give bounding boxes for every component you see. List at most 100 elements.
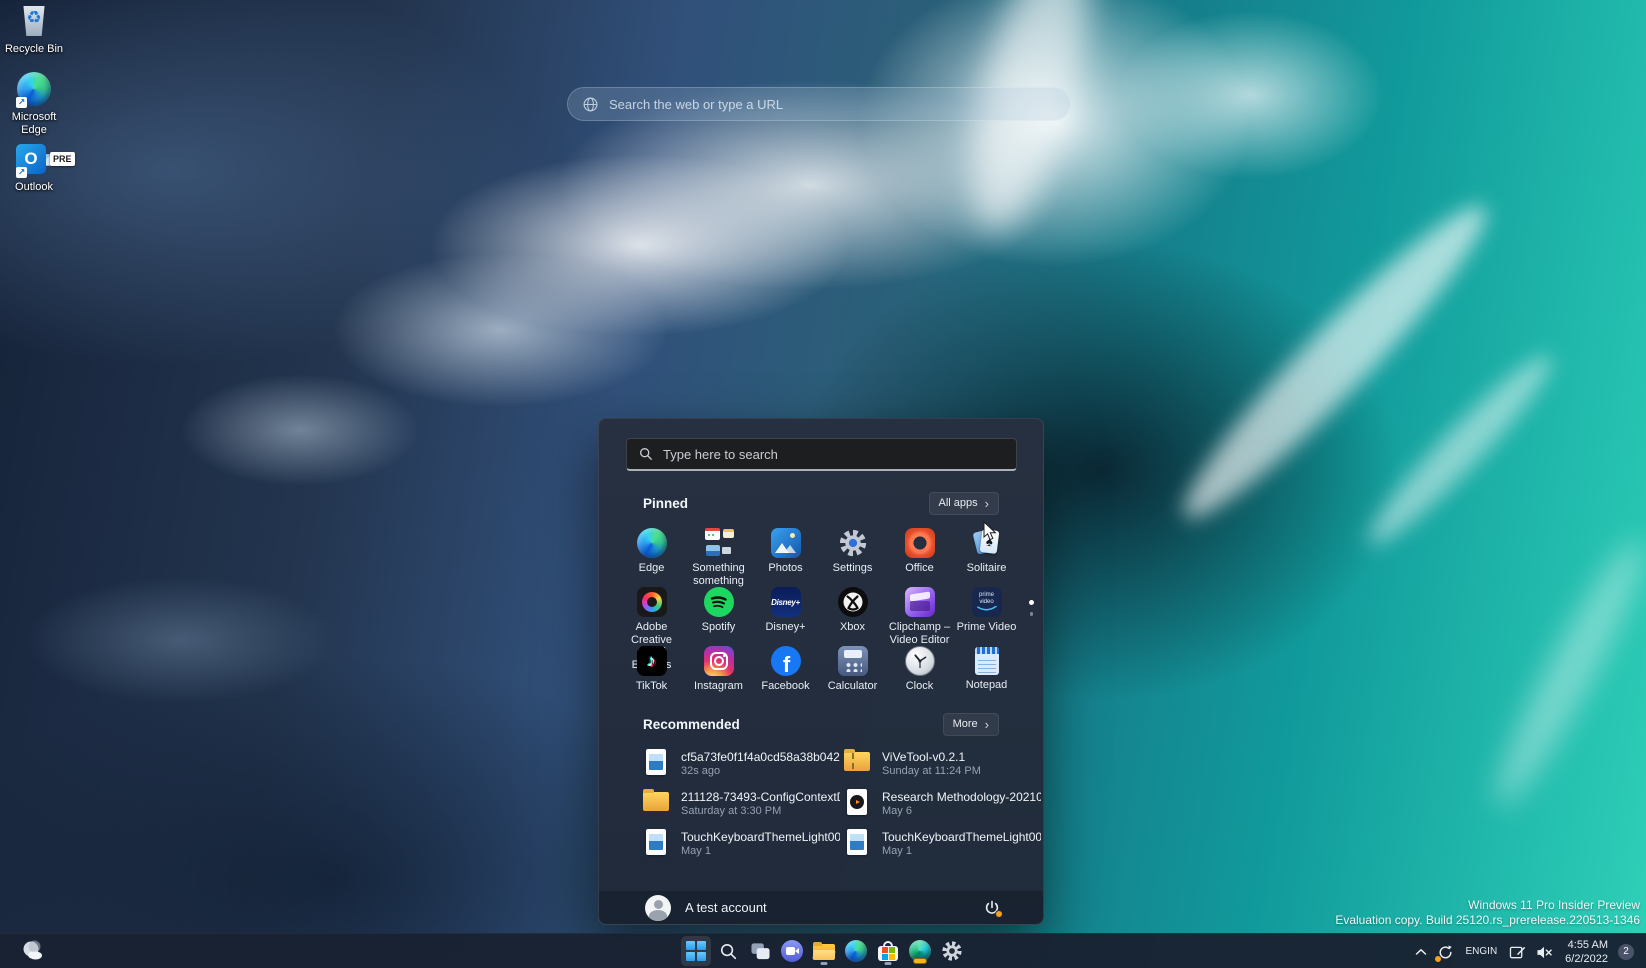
clipchamp-icon bbox=[905, 587, 935, 617]
collage-icon bbox=[704, 528, 734, 558]
taskbar: ENG IN 4:55 AM 6/2/2022 bbox=[0, 933, 1646, 968]
instagram-icon bbox=[704, 646, 734, 676]
avatar bbox=[645, 895, 671, 921]
search-icon bbox=[719, 942, 738, 961]
taskbar-taskview-button[interactable] bbox=[745, 936, 775, 966]
recommended-item[interactable]: cf5a73fe0f1f4a0cd58a38b04219a01... 32s a… bbox=[643, 743, 844, 783]
windows-logo-icon bbox=[686, 941, 706, 961]
tray-notification-badge[interactable]: 2 bbox=[1618, 944, 1634, 960]
pinned-app-instagram[interactable]: Instagram bbox=[685, 640, 752, 699]
tray-pen-button[interactable] bbox=[1504, 937, 1531, 967]
taskbar-edge-canary-button[interactable] bbox=[905, 936, 935, 966]
pinned-app-calculator[interactable]: Calculator bbox=[819, 640, 886, 699]
all-apps-button[interactable]: All apps › bbox=[929, 492, 999, 515]
pinned-app-something-something[interactable]: Something something bbox=[685, 522, 752, 581]
taskbar-explorer-button[interactable] bbox=[809, 936, 839, 966]
shortcut-arrow-icon: ↗ bbox=[16, 97, 27, 108]
desktop-icon-outlook[interactable]: O PRE ↗ Outlook bbox=[2, 142, 66, 194]
recommended-item[interactable]: TouchKeyboardThemeLight000 May 1 bbox=[643, 823, 844, 863]
disney-plus-icon: Disney+ bbox=[771, 587, 801, 617]
pinned-app-prime-video[interactable]: prime video Prime Video bbox=[953, 581, 1020, 640]
pinned-app-office[interactable]: Office bbox=[886, 522, 953, 581]
wave-foam bbox=[1355, 343, 1564, 558]
start-menu-footer: A test account bbox=[599, 890, 1043, 924]
video-file-icon bbox=[844, 788, 870, 818]
calculator-icon bbox=[838, 646, 868, 676]
pinned-app-tiktok[interactable]: ♪ TikTok bbox=[618, 640, 685, 699]
recommended-item[interactable]: ViVeTool-v0.2.1 Sunday at 11:24 PM bbox=[844, 743, 1045, 783]
pinned-app-solitaire[interactable]: ♠ Solitaire bbox=[953, 522, 1020, 581]
taskbar-edge-button[interactable] bbox=[841, 936, 871, 966]
pinned-app-notepad[interactable]: Notepad bbox=[953, 640, 1020, 699]
taskbar-start-button[interactable] bbox=[681, 936, 711, 966]
edge-icon: ↗ bbox=[14, 72, 54, 108]
taskbar-search-button[interactable] bbox=[713, 936, 743, 966]
pen-input-icon bbox=[1509, 945, 1526, 960]
taskview-icon bbox=[750, 942, 771, 961]
tray-date: 6/2/2022 bbox=[1565, 952, 1608, 966]
pinned-app-xbox[interactable]: Xbox bbox=[819, 581, 886, 640]
user-account-button[interactable]: A test account bbox=[685, 900, 767, 915]
xbox-icon bbox=[838, 587, 868, 617]
pinned-app-facebook[interactable]: f Facebook bbox=[752, 640, 819, 699]
pinned-app-clock[interactable]: Clock bbox=[886, 640, 953, 699]
pinned-title: Pinned bbox=[643, 496, 688, 511]
recommended-item[interactable]: Research Methodology-20210401_0... May 6 bbox=[844, 783, 1045, 823]
weather-moon-icon bbox=[19, 939, 45, 963]
office-icon bbox=[905, 528, 935, 558]
chat-camera-icon bbox=[781, 940, 803, 962]
canary-badge bbox=[913, 958, 927, 964]
desktop-search-bar[interactable]: Search the web or type a URL bbox=[567, 87, 1071, 121]
taskbar-settings-button[interactable] bbox=[937, 936, 967, 966]
desktop: ♻ Recycle Bin ↗ Microsoft Edge O PRE ↗ O… bbox=[0, 0, 1646, 968]
pinned-app-edge[interactable]: Edge bbox=[618, 522, 685, 581]
desktop-icon-microsoft-edge[interactable]: ↗ Microsoft Edge bbox=[2, 72, 66, 136]
taskbar-store-button[interactable] bbox=[873, 936, 903, 966]
wave-foam bbox=[1163, 185, 1508, 539]
tray-time: 4:55 AM bbox=[1565, 938, 1608, 952]
spotify-icon bbox=[704, 587, 734, 617]
outlook-icon: O PRE ↗ bbox=[14, 142, 54, 178]
pinned-app-spotify[interactable]: Spotify bbox=[685, 581, 752, 640]
tray-chevron-button[interactable] bbox=[1410, 937, 1432, 967]
taskbar-widgets-button[interactable] bbox=[10, 936, 54, 966]
start-search-input[interactable] bbox=[663, 447, 1004, 462]
pinned-app-disney-plus[interactable]: Disney+ Disney+ bbox=[752, 581, 819, 640]
edge-icon bbox=[637, 528, 667, 558]
evaluation-watermark: Windows 11 Pro Insider Preview Evaluatio… bbox=[1335, 898, 1640, 928]
desktop-search-placeholder: Search the web or type a URL bbox=[609, 97, 783, 112]
desktop-icon-recycle-bin[interactable]: ♻ Recycle Bin bbox=[2, 4, 66, 56]
pinned-app-photos[interactable]: Photos bbox=[752, 522, 819, 581]
more-button[interactable]: More › bbox=[943, 713, 999, 736]
clock-icon bbox=[905, 646, 935, 676]
pinned-app-adobe-express[interactable]: Adobe Creative Cloud Express bbox=[618, 581, 685, 640]
recommended-item[interactable]: 211128-73493-ConfigContextData Saturday … bbox=[643, 783, 844, 823]
pinned-app-clipchamp[interactable]: Clipchamp – Video Editor bbox=[886, 581, 953, 640]
taskbar-chat-button[interactable] bbox=[777, 936, 807, 966]
start-menu: Pinned All apps › Edge Something somethi… bbox=[598, 418, 1044, 925]
tray-language-button[interactable]: ENG IN bbox=[1459, 937, 1505, 967]
chevron-right-icon: › bbox=[985, 718, 989, 731]
file-explorer-icon bbox=[813, 942, 835, 960]
update-badge bbox=[1435, 956, 1441, 962]
power-button[interactable] bbox=[979, 895, 1005, 921]
search-icon bbox=[639, 447, 653, 461]
solitaire-cards-icon: ♠ bbox=[972, 528, 1002, 558]
gear-icon bbox=[838, 528, 868, 558]
chevron-up-icon bbox=[1415, 948, 1427, 956]
page-dot-active[interactable] bbox=[1029, 600, 1034, 605]
pinned-page-indicator[interactable] bbox=[1029, 600, 1034, 616]
tray-volume-button[interactable] bbox=[1531, 937, 1558, 967]
facebook-icon: f bbox=[771, 646, 801, 676]
start-search-box[interactable] bbox=[626, 438, 1017, 471]
globe-search-icon bbox=[582, 96, 599, 113]
tray-update-button[interactable] bbox=[1432, 937, 1459, 967]
recommended-item[interactable]: TouchKeyboardThemeLight003 May 1 bbox=[844, 823, 1045, 863]
photos-icon bbox=[771, 528, 801, 558]
update-badge bbox=[995, 910, 1003, 918]
notepad-icon bbox=[975, 647, 999, 675]
pinned-app-settings[interactable]: Settings bbox=[819, 522, 886, 581]
page-dot[interactable] bbox=[1030, 612, 1034, 616]
tray-clock-button[interactable]: 4:55 AM 6/2/2022 bbox=[1558, 937, 1615, 967]
recommended-grid: cf5a73fe0f1f4a0cd58a38b04219a01... 32s a… bbox=[643, 743, 1045, 863]
